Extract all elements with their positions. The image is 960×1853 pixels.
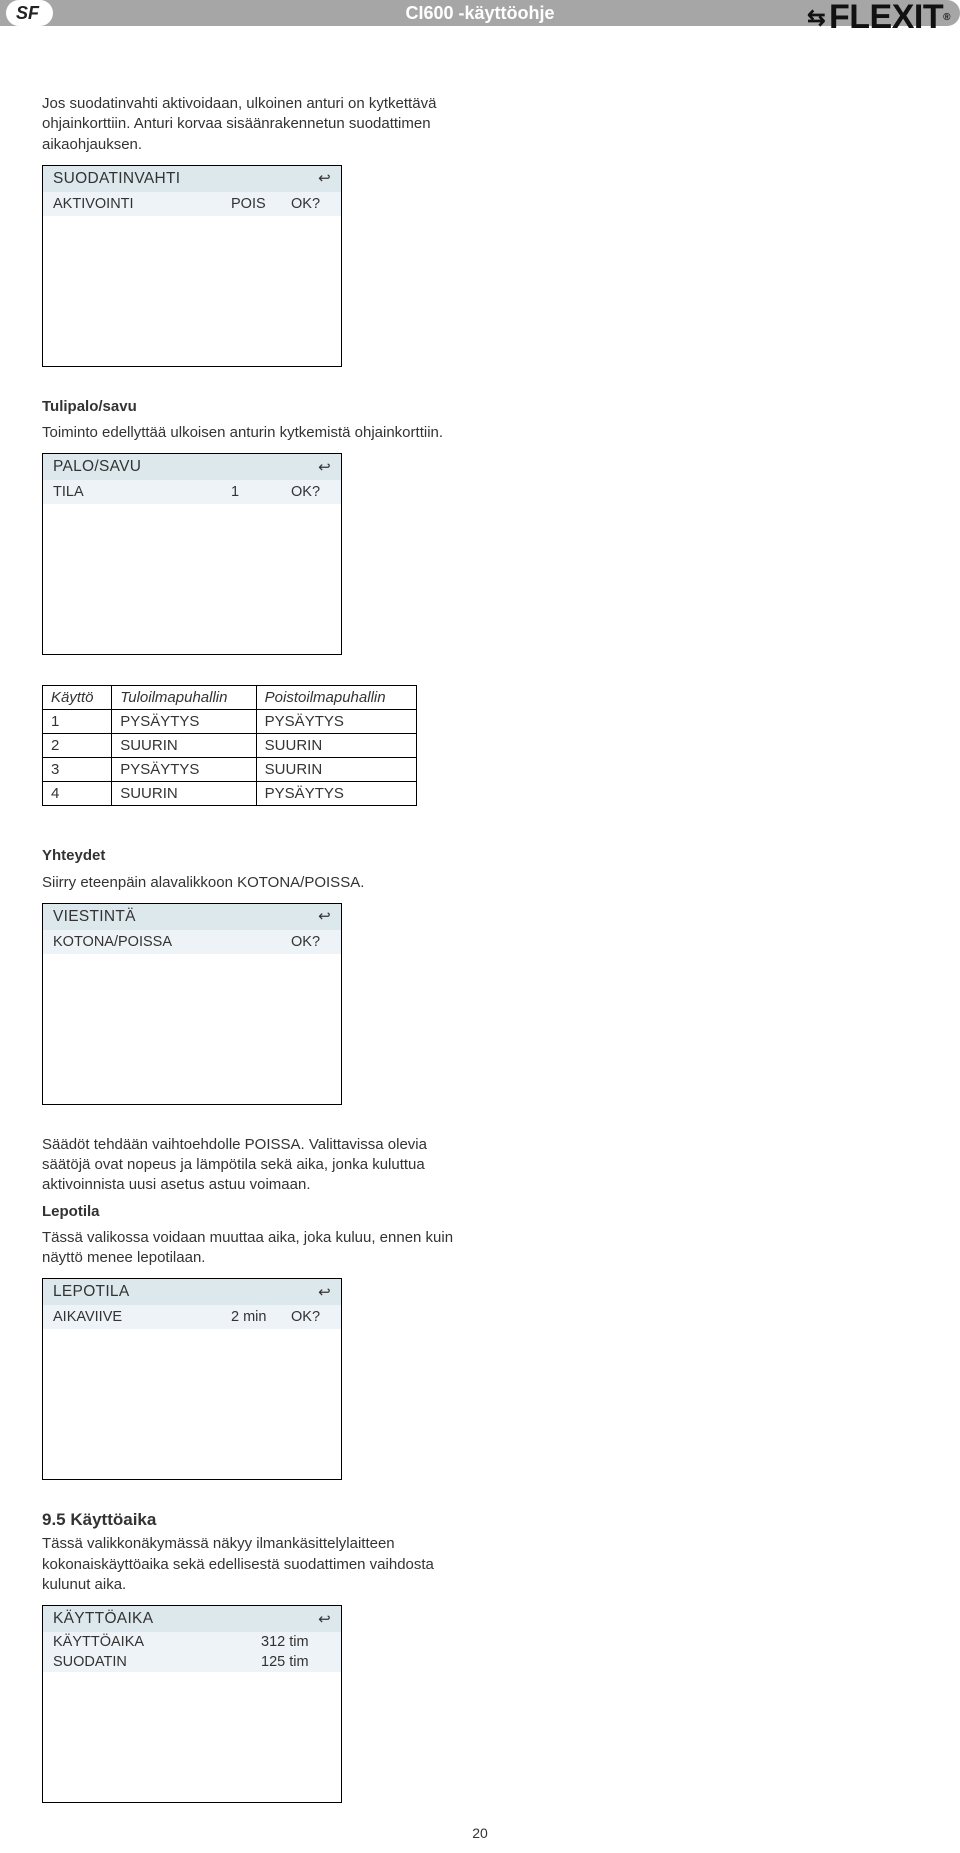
- table-row: 3PYSÄYTYSSUURIN: [43, 758, 417, 782]
- document-title: CI600 -käyttöohje: [405, 3, 554, 24]
- row-value: 312 tim: [261, 1634, 331, 1650]
- fire-text: Toiminto edellyttää ulkoisen anturin kyt…: [42, 423, 462, 443]
- table-row: 2SUURINSUURIN: [43, 734, 417, 758]
- table-row: 4SUURINPYSÄYTYS: [43, 782, 417, 806]
- col-header: Käyttö: [43, 686, 112, 710]
- fire-heading: Tulipalo/savu: [42, 397, 462, 417]
- panel-suodatinvahti: SUODATINVAHTI ↩ AKTIVOINTI POIS OK?: [42, 165, 342, 367]
- lepotila-heading: Lepotila: [42, 1202, 462, 1222]
- row-ok: OK?: [291, 934, 331, 950]
- row-value: POIS: [231, 196, 291, 212]
- row-label: KOTONA/POISSA: [53, 934, 231, 950]
- page-number: 20: [472, 1825, 488, 1841]
- lepotila-text: Tässä valikossa voidaan muuttaa aika, jo…: [42, 1228, 462, 1269]
- row-ok: OK?: [291, 1309, 331, 1325]
- panel-row[interactable]: AKTIVOINTI POIS OK?: [43, 192, 341, 216]
- fan-mode-table: Käyttö Tuloilmapuhallin Poistoilmapuhall…: [42, 685, 417, 806]
- brand-logo: ⇆ FLEXIT ®: [807, 0, 950, 37]
- row-label: AKTIVOINTI: [53, 196, 231, 212]
- back-icon[interactable]: ↩: [318, 909, 331, 924]
- panel-palo-savu: PALO/SAVU ↩ TILA 1 OK?: [42, 453, 342, 655]
- panel-row[interactable]: KOTONA/POISSA OK?: [43, 930, 341, 954]
- back-icon[interactable]: ↩: [318, 171, 331, 186]
- settings-text: Säädöt tehdään vaihtoehdolle POISSA. Val…: [42, 1135, 462, 1196]
- panel-row: SUODATIN 125 tim: [43, 1652, 341, 1672]
- row-label: SUODATIN: [53, 1654, 261, 1670]
- row-value: 125 tim: [261, 1654, 331, 1670]
- section-9-5-text: Tässä valikkonäkymässä näkyy ilmankäsitt…: [42, 1534, 462, 1595]
- table-header-row: Käyttö Tuloilmapuhallin Poistoilmapuhall…: [43, 686, 417, 710]
- row-label: KÄYTTÖAIKA: [53, 1634, 261, 1650]
- panel-title-text: LEPOTILA: [53, 1283, 130, 1301]
- panel-title-text: PALO/SAVU: [53, 458, 141, 476]
- page-header: SF CI600 -käyttöohje ⇆ FLEXIT ®: [0, 0, 960, 44]
- panel-lepotila: LEPOTILA ↩ AIKAVIIVE 2 min OK?: [42, 1278, 342, 1480]
- panel-title-text: KÄYTTÖAIKA: [53, 1610, 153, 1628]
- section-9-5-title: 9.5 Käyttöaika: [42, 1510, 462, 1530]
- connections-heading: Yhteydet: [42, 846, 462, 866]
- logo-registered: ®: [943, 12, 950, 23]
- row-label: AIKAVIIVE: [53, 1309, 231, 1325]
- row-label: TILA: [53, 484, 231, 500]
- panel-viestinta: VIESTINTÄ ↩ KOTONA/POISSA OK?: [42, 903, 342, 1105]
- col-header: Poistoilmapuhallin: [256, 686, 416, 710]
- panel-kayttoaika: KÄYTTÖAIKA ↩ KÄYTTÖAIKA 312 tim SUODATIN…: [42, 1605, 342, 1803]
- row-ok: OK?: [291, 196, 331, 212]
- right-column: Yhteydet Siirry eteenpäin alavalikkoon K…: [42, 846, 462, 1833]
- language-badge: SF: [6, 0, 53, 26]
- connections-text: Siirry eteenpäin alavalikkoon KOTONA/POI…: [42, 873, 462, 893]
- panel-title-text: SUODATINVAHTI: [53, 170, 180, 188]
- panel-row[interactable]: AIKAVIIVE 2 min OK?: [43, 1305, 341, 1329]
- panel-title-text: VIESTINTÄ: [53, 908, 136, 926]
- logo-text: FLEXIT: [829, 0, 943, 37]
- logo-arrows-icon: ⇆: [807, 5, 825, 31]
- row-value: 2 min: [231, 1309, 291, 1325]
- row-ok: OK?: [291, 484, 331, 500]
- back-icon[interactable]: ↩: [318, 1285, 331, 1300]
- intro-paragraph: Jos suodatinvahti aktivoidaan, ulkoinen …: [42, 94, 462, 155]
- left-column: Jos suodatinvahti aktivoidaan, ulkoinen …: [42, 94, 462, 806]
- col-header: Tuloilmapuhallin: [112, 686, 256, 710]
- row-value: 1: [231, 484, 291, 500]
- back-icon[interactable]: ↩: [318, 1612, 331, 1627]
- panel-row: KÄYTTÖAIKA 312 tim: [43, 1632, 341, 1652]
- panel-row[interactable]: TILA 1 OK?: [43, 480, 341, 504]
- table-row: 1PYSÄYTYSPYSÄYTYS: [43, 710, 417, 734]
- back-icon[interactable]: ↩: [318, 460, 331, 475]
